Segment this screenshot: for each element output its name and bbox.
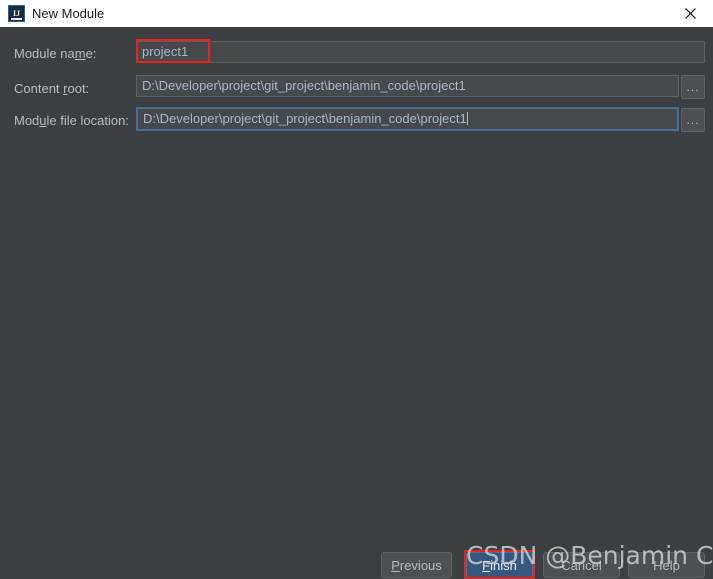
content-root-label-text: Content [14,81,64,96]
text-caret [466,112,468,125]
finish-button-mnemonic: F [482,557,491,573]
module-name-label-suffix: e: [85,46,97,61]
finish-button-text: inish [490,557,517,573]
module-file-location-browse-label: ... [686,113,700,127]
close-icon[interactable] [668,0,713,27]
title-bar: IJ New Module [0,0,713,27]
content-root-label-suffix: oot: [67,81,90,96]
module-file-location-label-text: Mod [14,113,40,128]
content-root-browse-button[interactable]: ... [681,75,705,99]
module-name-label-mnemonic: m [74,46,86,61]
content-root-browse-label: ... [686,80,700,94]
finish-button[interactable]: Finish [466,552,533,578]
module-file-location-value: D:\Developer\project\git_project\benjami… [143,111,467,126]
content-root-label: Content root: [14,81,89,97]
module-file-location-browse-button[interactable]: ... [681,108,705,132]
module-file-location-label-mnemonic: u [39,113,47,128]
module-name-value: project1 [142,44,189,59]
content-root-input[interactable]: D:\Developer\project\git_project\benjami… [136,75,679,97]
cancel-button-label: Cancel [561,557,602,573]
previous-button-label: Previous [391,558,442,573]
content-root-value: D:\Developer\project\git_project\benjami… [142,78,466,93]
help-button-label: Help [653,557,680,573]
previous-button-mnemonic: P [391,557,400,573]
previous-button-text: revious [399,557,442,573]
app-icon-underbar [11,18,22,20]
module-file-location-label-suffix: le file location: [46,113,129,128]
cancel-button[interactable]: Cancel [543,552,620,578]
intellij-idea-icon: IJ [8,5,25,22]
previous-button[interactable]: Previous [381,552,452,578]
module-name-input[interactable]: project1 [136,41,705,63]
module-name-label-text: Module na [14,46,75,61]
module-file-location-input[interactable]: D:\Developer\project\git_project\benjami… [136,107,679,131]
module-name-label: Module name: [14,46,96,62]
finish-button-label: Finish [482,558,517,573]
help-button[interactable]: Help [628,552,705,578]
window-title: New Module [32,6,105,21]
new-module-dialog: IJ New Module Module name: project1 Cont… [0,0,713,579]
module-file-location-label: Module file location: [14,113,129,129]
